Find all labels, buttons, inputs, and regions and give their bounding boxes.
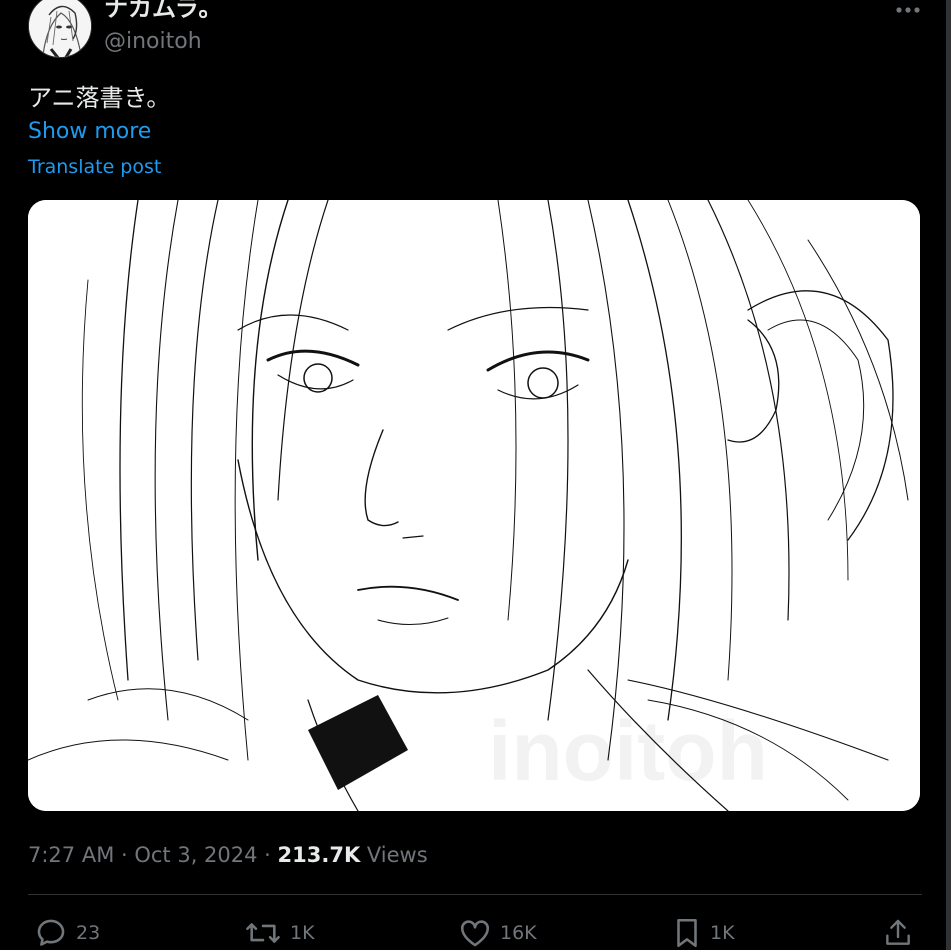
bookmark-button[interactable]: 1K <box>672 916 735 950</box>
reply-button[interactable]: 23 <box>34 916 100 950</box>
media-watermark: inoitoh <box>488 704 768 798</box>
post-meta: 7:27 AM · Oct 3, 2024 · 213.7K Views <box>28 840 428 870</box>
views-count: 213.7K <box>277 843 361 867</box>
more-options-button[interactable] <box>888 0 928 24</box>
share-icon <box>886 919 910 945</box>
post-timestamp[interactable]: 7:27 AM · Oct 3, 2024 · <box>28 843 278 867</box>
post-image[interactable]: inoitoh <box>28 200 920 811</box>
author-display-name[interactable]: ナカムラ。 <box>104 0 222 24</box>
author-handle[interactable]: @inoitoh <box>104 27 202 57</box>
sketch-illustration: inoitoh <box>28 200 920 811</box>
repost-icon <box>246 923 280 943</box>
avatar-sketch-icon <box>29 0 91 57</box>
reply-count: 23 <box>76 922 101 944</box>
window-edge <box>946 0 951 950</box>
reply-icon <box>37 919 65 946</box>
bookmark-icon <box>677 918 697 948</box>
divider <box>28 894 922 895</box>
show-more-link[interactable]: Show more <box>28 116 151 148</box>
like-icon <box>460 920 490 947</box>
bookmark-count: 1K <box>710 922 735 944</box>
share-button[interactable] <box>882 916 922 950</box>
like-count: 16K <box>500 922 537 944</box>
post-text: アニ落書き。 <box>28 84 171 112</box>
more-icon <box>896 7 920 13</box>
like-button[interactable]: 16K <box>458 916 537 950</box>
repost-count: 1K <box>290 922 315 944</box>
translate-post-link[interactable]: Translate post <box>28 153 161 181</box>
avatar[interactable] <box>28 0 92 58</box>
views-label: Views <box>360 843 428 867</box>
repost-button[interactable]: 1K <box>244 916 315 950</box>
